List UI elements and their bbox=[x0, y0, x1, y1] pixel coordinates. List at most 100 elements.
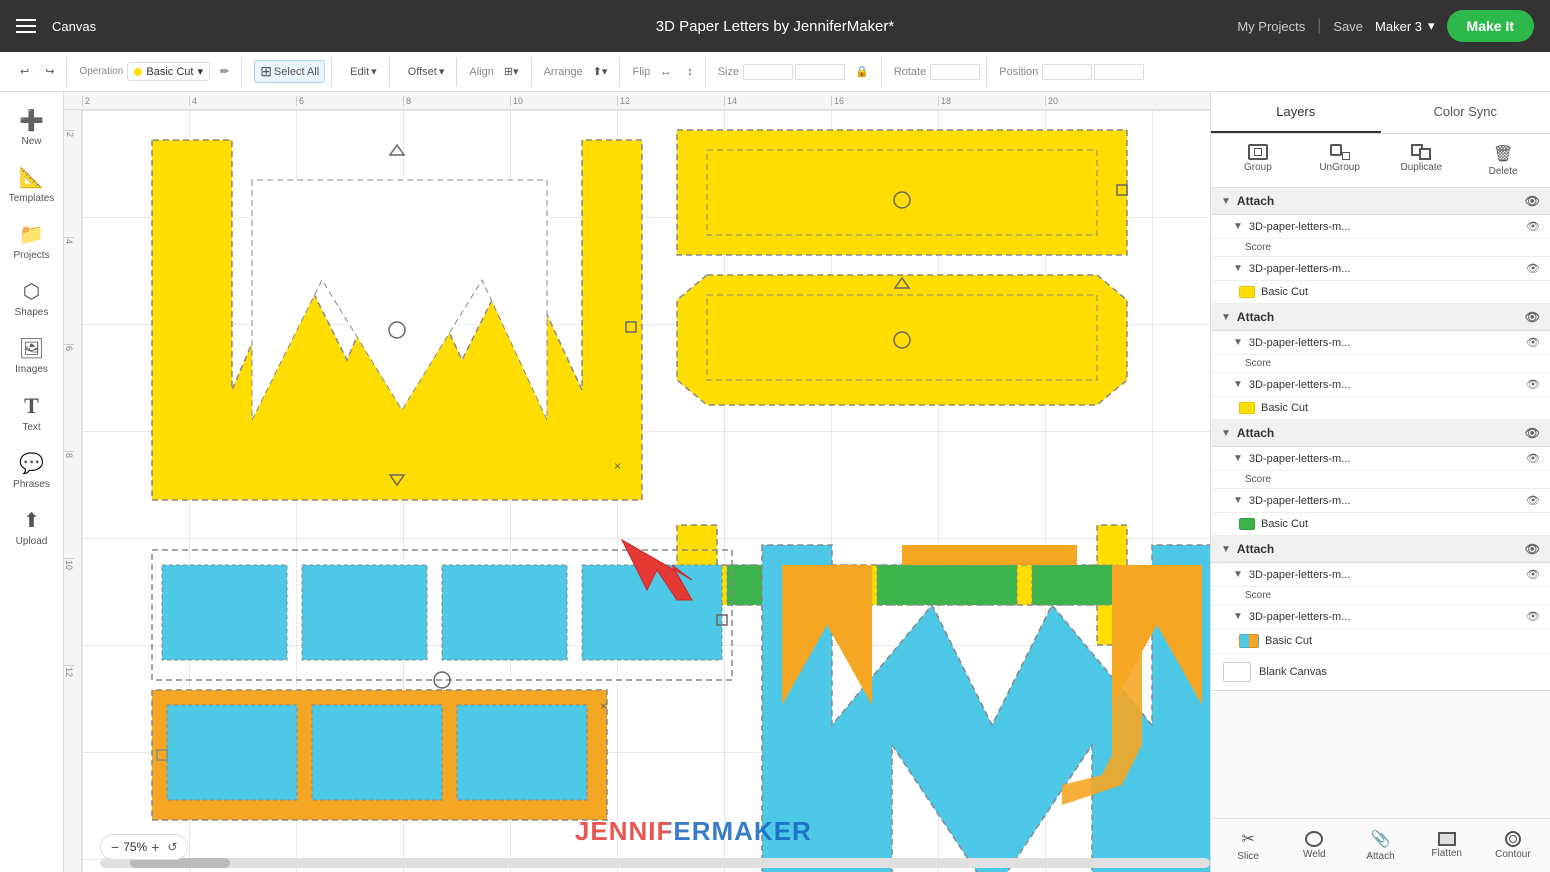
horizontal-scrollbar[interactable] bbox=[100, 858, 1210, 868]
bottom-toolbar: ✂ Slice Weld 📎 Attach Flatten Contour bbox=[1211, 818, 1550, 872]
eye-icon-3-1[interactable]: 👁 bbox=[1526, 452, 1540, 465]
projects-icon: 📁 bbox=[19, 222, 44, 247]
duplicate-button[interactable]: Duplicate bbox=[1383, 138, 1461, 183]
layer-item-2-1[interactable]: ▼ 3D-paper-letters-m... 👁 bbox=[1211, 331, 1550, 355]
text-icon: T bbox=[24, 393, 39, 419]
my-projects-link[interactable]: My Projects bbox=[1237, 19, 1305, 34]
sidebar-item-upload[interactable]: ⬆ Upload bbox=[5, 500, 59, 555]
chevron-icon: ▼ bbox=[1221, 428, 1231, 439]
flip-h-btn[interactable]: ↔ bbox=[654, 63, 677, 81]
tab-layers[interactable]: Layers bbox=[1211, 92, 1381, 133]
visibility-icon-1[interactable]: 👁 bbox=[1525, 194, 1540, 208]
width-input[interactable] bbox=[743, 64, 793, 80]
panel-tabs: Layers Color Sync bbox=[1211, 92, 1550, 134]
select-all-button[interactable]: ⊞ Select All bbox=[254, 60, 325, 83]
new-icon: ➕ bbox=[19, 108, 44, 133]
eye-icon-4-1[interactable]: 👁 bbox=[1526, 568, 1540, 581]
layer-name-4-1: 3D-paper-letters-m... bbox=[1249, 569, 1520, 581]
layer-label-4-1: Score bbox=[1211, 587, 1550, 605]
flip-v-btn[interactable]: ↕ bbox=[681, 63, 699, 81]
zoom-out-button[interactable]: − bbox=[111, 839, 119, 855]
nav-right: My Projects | Save Maker 3 ▾ Make It bbox=[1237, 10, 1534, 42]
layer-name-3-1: 3D-paper-letters-m... bbox=[1249, 453, 1520, 465]
sidebar-item-projects[interactable]: 📁 Projects bbox=[5, 214, 59, 269]
blank-canvas-swatch bbox=[1223, 662, 1251, 682]
layer-item-1-2[interactable]: ▼ 3D-paper-letters-m... 👁 bbox=[1211, 257, 1550, 281]
sidebar-item-shapes[interactable]: ⬡ Shapes bbox=[5, 271, 59, 326]
operation-label: Operation bbox=[79, 66, 123, 77]
eye-icon-1-1[interactable]: 👁 bbox=[1526, 220, 1540, 233]
layer-item-2-2[interactable]: ▼ 3D-paper-letters-m... 👁 bbox=[1211, 373, 1550, 397]
ungroup-button[interactable]: UnGroup bbox=[1301, 138, 1379, 183]
weld-button[interactable]: Weld bbox=[1281, 825, 1347, 866]
group-button[interactable]: Group bbox=[1219, 138, 1297, 183]
attach-label-4: Attach bbox=[1237, 542, 1274, 556]
layer-label-3-1: Score bbox=[1211, 471, 1550, 489]
svg-text:×: × bbox=[600, 699, 607, 713]
delete-button[interactable]: 🗑 Delete bbox=[1464, 138, 1542, 183]
make-it-button[interactable]: Make It bbox=[1447, 10, 1534, 42]
layer-name-3-2: 3D-paper-letters-m... bbox=[1249, 495, 1520, 507]
zoom-fit-button[interactable]: ↺ bbox=[167, 840, 177, 854]
lock-ratio-btn[interactable]: 🔒 bbox=[849, 62, 875, 81]
layer-item-1-1[interactable]: ▼ 3D-paper-letters-m... 👁 bbox=[1211, 215, 1550, 239]
zoom-in-button[interactable]: + bbox=[151, 839, 159, 855]
canvas-area[interactable]: 2 4 6 8 10 12 14 16 18 20 2 4 6 8 10 12 bbox=[64, 92, 1210, 872]
attach-header-2: ▼ Attach 👁 bbox=[1211, 304, 1550, 331]
slice-button[interactable]: ✂ Slice bbox=[1215, 823, 1281, 868]
duplicate-icon bbox=[1411, 144, 1431, 160]
eye-icon-1-2[interactable]: 👁 bbox=[1526, 262, 1540, 275]
sidebar-item-images[interactable]: 🖼 Images bbox=[5, 328, 59, 383]
basic-cut-label-1: Basic Cut bbox=[1261, 286, 1308, 298]
chevron-down-icon: ▾ bbox=[371, 65, 377, 78]
redo-button[interactable]: ↪ bbox=[39, 62, 60, 81]
save-link[interactable]: Save bbox=[1333, 19, 1363, 34]
height-input[interactable] bbox=[795, 64, 845, 80]
layer-item-3-1[interactable]: ▼ 3D-paper-letters-m... 👁 bbox=[1211, 447, 1550, 471]
align-group: Align ⊞▾ bbox=[463, 58, 531, 86]
layer-item-4-1[interactable]: ▼ 3D-paper-letters-m... 👁 bbox=[1211, 563, 1550, 587]
eye-icon-2-2[interactable]: 👁 bbox=[1526, 378, 1540, 391]
align-btn[interactable]: ⊞▾ bbox=[498, 62, 525, 81]
visibility-icon-3[interactable]: 👁 bbox=[1525, 426, 1540, 440]
layer-item-4-2[interactable]: ▼ 3D-paper-letters-m... 👁 bbox=[1211, 605, 1550, 629]
edit-group: Edit ▾ bbox=[338, 58, 390, 86]
eye-icon-2-1[interactable]: 👁 bbox=[1526, 336, 1540, 349]
edit-style-button[interactable]: ✏ bbox=[214, 62, 235, 81]
canvas-content[interactable]: × bbox=[82, 110, 1210, 872]
attach-button[interactable]: 📎 Attach bbox=[1347, 823, 1413, 868]
contour-button[interactable]: Contour bbox=[1480, 825, 1546, 866]
project-title: 3D Paper Letters by JenniferMaker* bbox=[656, 18, 894, 35]
blank-canvas-row[interactable]: Blank Canvas bbox=[1211, 654, 1550, 691]
visibility-icon-4[interactable]: 👁 bbox=[1525, 542, 1540, 556]
position-group: Position bbox=[993, 58, 1150, 86]
basic-cut-label-3: Basic Cut bbox=[1261, 518, 1308, 530]
eye-icon-4-2[interactable]: 👁 bbox=[1526, 610, 1540, 623]
sidebar-item-phrases[interactable]: 💬 Phrases bbox=[5, 443, 59, 498]
machine-selector[interactable]: Maker 3 ▾ bbox=[1375, 18, 1435, 34]
size-label: Size bbox=[718, 66, 739, 78]
sidebar-item-new[interactable]: ➕ New bbox=[5, 100, 59, 155]
offset-button[interactable]: Offset ▾ bbox=[402, 62, 451, 81]
y-input[interactable] bbox=[1094, 64, 1144, 80]
chevron-icon: ▼ bbox=[1233, 337, 1243, 348]
layers-panel[interactable]: ▼ Attach 👁 ▼ 3D-paper-letters-m... 👁 Sco… bbox=[1211, 188, 1550, 818]
hamburger-menu[interactable] bbox=[16, 19, 36, 33]
eye-icon-3-2[interactable]: 👁 bbox=[1526, 494, 1540, 507]
flatten-button[interactable]: Flatten bbox=[1414, 826, 1480, 865]
sidebar-item-templates[interactable]: 📐 Templates bbox=[5, 157, 59, 212]
chevron-down-icon: ▾ bbox=[197, 65, 203, 78]
undo-button[interactable]: ↩ bbox=[14, 62, 35, 81]
size-group: Size 🔒 bbox=[712, 58, 882, 86]
edit-button[interactable]: Edit ▾ bbox=[344, 62, 383, 81]
sidebar-item-text[interactable]: T Text bbox=[5, 385, 59, 441]
layer-item-3-2[interactable]: ▼ 3D-paper-letters-m... 👁 bbox=[1211, 489, 1550, 513]
tab-color-sync[interactable]: Color Sync bbox=[1381, 92, 1550, 133]
x-input[interactable] bbox=[1042, 64, 1092, 80]
rotate-input[interactable] bbox=[930, 64, 980, 80]
shapes-icon: ⬡ bbox=[23, 279, 40, 304]
arrange-btn[interactable]: ⬆▾ bbox=[587, 62, 614, 81]
visibility-icon-2[interactable]: 👁 bbox=[1525, 310, 1540, 324]
attach-header-4: ▼ Attach 👁 bbox=[1211, 536, 1550, 563]
cut-type-selector[interactable]: Basic Cut ▾ bbox=[127, 62, 210, 81]
